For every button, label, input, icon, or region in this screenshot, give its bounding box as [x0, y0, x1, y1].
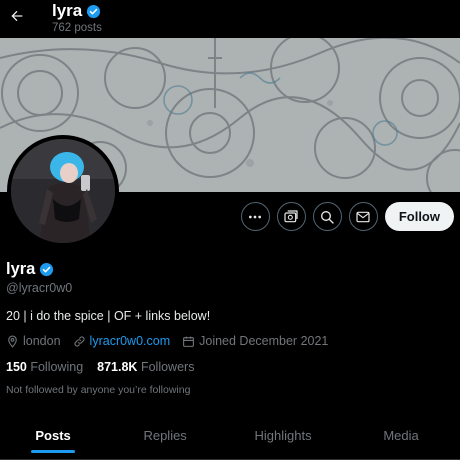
joined-text: Joined December 2021	[199, 334, 329, 348]
profile-meta: london lyracr0w0.com Joined December 202…	[6, 334, 340, 348]
following-label: Following	[30, 360, 84, 374]
avatar[interactable]	[7, 135, 119, 247]
profile-actions: Follow	[240, 202, 454, 231]
more-icon	[249, 215, 262, 218]
following-stat[interactable]: 150 Following	[6, 360, 83, 374]
search-button[interactable]	[312, 202, 342, 231]
subscribe-button[interactable]	[276, 202, 306, 231]
following-count: 150	[6, 360, 27, 374]
tab-label: Media	[383, 428, 419, 443]
followers-count: 871.8K	[97, 360, 138, 374]
verified-badge-icon	[87, 4, 101, 18]
joined-item: Joined December 2021	[182, 334, 328, 348]
tab-media[interactable]: Media	[342, 412, 460, 459]
search-icon	[321, 210, 334, 224]
more-button[interactable]	[240, 202, 270, 231]
tab-label: Replies	[143, 428, 187, 443]
header-title-block: lyra 762 posts	[52, 1, 102, 35]
active-tab-indicator	[31, 450, 76, 453]
followers-label: Followers	[140, 360, 195, 374]
tab-posts[interactable]: Posts	[0, 412, 106, 459]
arrow-left-icon	[11, 10, 23, 22]
website-link[interactable]: lyracr0w0.com	[90, 334, 171, 348]
message-button[interactable]	[348, 202, 378, 231]
verified-badge-icon[interactable]	[39, 262, 54, 277]
location-item: london	[6, 334, 61, 348]
tab-label: Posts	[35, 428, 71, 443]
profile-name-row: lyra	[6, 260, 54, 279]
profile-stats: 150 Following 871.8K Followers	[6, 360, 208, 374]
calendar-icon	[183, 336, 195, 347]
followers-stat[interactable]: 871.8K Followers	[97, 360, 194, 374]
location-text: london	[23, 334, 61, 348]
tab-label: Highlights	[254, 428, 312, 443]
website-item[interactable]: lyracr0w0.com	[73, 334, 171, 348]
location-icon	[8, 335, 17, 348]
not-followed-notice: Not followed by anyone you’re following	[6, 384, 191, 396]
profile-tabs: Posts Replies Highlights Media	[0, 412, 460, 460]
link-icon	[74, 335, 85, 347]
back-button[interactable]	[6, 5, 28, 27]
message-icon	[356, 211, 370, 222]
tab-replies[interactable]: Replies	[106, 412, 224, 459]
avatar-image	[11, 139, 115, 243]
header-post-count: 762 posts	[52, 22, 102, 34]
profile-display-name: lyra	[6, 260, 36, 278]
profile-bio: 20 | i do the spice | OF + links below!	[6, 309, 211, 323]
tab-highlights[interactable]: Highlights	[224, 412, 342, 459]
follow-button[interactable]: Follow	[384, 202, 454, 231]
top-bar: lyra 762 posts	[0, 0, 460, 38]
header-display-name: lyra	[52, 1, 83, 20]
subscribe-icon	[284, 209, 298, 222]
profile-handle: @lyracr0w0	[6, 281, 73, 295]
